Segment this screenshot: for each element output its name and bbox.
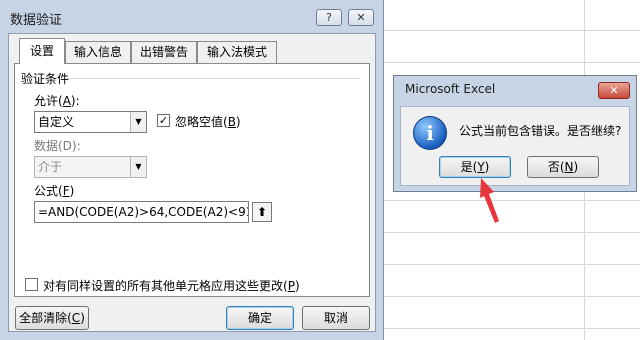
no-button[interactable]: 否(N) xyxy=(527,156,599,178)
data-validation-dialog: 数据验证 ? ✕ 设置 输入信息 出错警告 输入法模式 验证条件 允许(A): … xyxy=(0,0,384,340)
allow-label: 允许(A): xyxy=(34,94,80,108)
message-box-title: Microsoft Excel xyxy=(405,82,496,96)
settings-panel: 验证条件 允许(A): 自定义 ▼ ✓ 忽略空值(B) 数据(D): 介于 ▼ … xyxy=(14,63,370,297)
chevron-down-icon: ▼ xyxy=(130,112,146,132)
annotation-arrow-icon xyxy=(480,178,499,223)
grid-line xyxy=(384,30,640,31)
dialog-title: 数据验证 xyxy=(10,13,63,28)
formula-input[interactable]: =AND(CODE(A2)>64,CODE(A2)<91) xyxy=(34,201,249,223)
message-box-close-button[interactable]: ✕ xyxy=(598,82,630,99)
grid-line xyxy=(384,62,640,63)
ignore-blank-label: 忽略空值(B) xyxy=(175,115,241,129)
grid-line xyxy=(384,264,640,265)
yes-button[interactable]: 是(Y) xyxy=(439,156,511,178)
ignore-blank-checkbox[interactable]: ✓ xyxy=(157,114,170,127)
allow-value: 自定义 xyxy=(38,115,75,129)
arrow-shape xyxy=(480,178,499,223)
group-title: 验证条件 xyxy=(21,72,70,86)
grid-line xyxy=(384,328,640,329)
grid-line xyxy=(384,296,640,297)
message-box-body: i 公式当前包含错误。是否继续? 是(Y) 否(N) xyxy=(400,106,630,186)
ok-button[interactable]: 确定 xyxy=(226,306,294,330)
tab-error-alert[interactable]: 出错警告 xyxy=(131,41,197,63)
group-divider xyxy=(65,78,360,79)
clear-all-button[interactable]: 全部清除(C) xyxy=(15,306,89,330)
help-button[interactable]: ? xyxy=(316,9,342,26)
allow-select[interactable]: 自定义 ▼ xyxy=(34,111,147,133)
formula-label: 公式(F) xyxy=(34,184,75,198)
data-value: 介于 xyxy=(38,160,63,174)
grid-line xyxy=(384,232,640,233)
message-text: 公式当前包含错误。是否继续? xyxy=(459,124,622,138)
cancel-button[interactable]: 取消 xyxy=(302,306,370,330)
grid-line xyxy=(384,200,640,201)
apply-all-label: 对有同样设置的所有其他单元格应用这些更改(P) xyxy=(43,279,300,293)
close-button[interactable]: ✕ xyxy=(348,9,374,26)
data-select[interactable]: 介于 ▼ xyxy=(34,156,147,178)
tab-settings[interactable]: 设置 xyxy=(19,38,65,64)
collapse-range-icon[interactable]: ⬆ xyxy=(252,202,272,222)
tab-input-message[interactable]: 输入信息 xyxy=(65,41,131,63)
tab-ime-mode[interactable]: 输入法模式 xyxy=(197,41,277,63)
excel-message-box: Microsoft Excel ✕ i 公式当前包含错误。是否继续? 是(Y) … xyxy=(393,75,637,192)
info-icon: i xyxy=(413,116,447,150)
dialog-body: 设置 输入信息 出错警告 输入法模式 验证条件 允许(A): 自定义 ▼ ✓ 忽… xyxy=(8,33,376,332)
data-label: 数据(D): xyxy=(34,139,81,153)
chevron-down-icon: ▼ xyxy=(130,157,146,177)
apply-all-checkbox[interactable] xyxy=(25,278,38,291)
